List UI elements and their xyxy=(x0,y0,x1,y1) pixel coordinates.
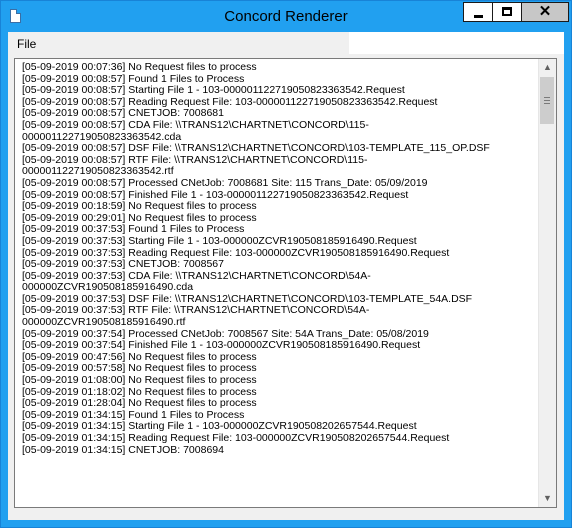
minimize-icon xyxy=(474,15,483,18)
log-line: [05-09-2019 01:34:15] Starting File 1 - … xyxy=(22,421,417,433)
log-lines: [05-09-2019 00:07:36] No Request files t… xyxy=(22,62,537,507)
thumb-grip-line xyxy=(544,100,550,101)
title-bar[interactable]: Concord Renderer ✕ xyxy=(1,1,571,32)
log-line: [05-09-2019 00:37:54] Processed CNetJob:… xyxy=(22,328,429,340)
log-line: [05-09-2019 00:08:57] Processed CNetJob:… xyxy=(22,177,428,189)
log-line: 000001122719050823363542.rtf xyxy=(22,166,174,178)
maximize-button[interactable] xyxy=(492,2,522,22)
log-line: 000000ZCVR190508185916490.cda xyxy=(22,282,194,294)
menu-file[interactable]: File xyxy=(17,37,36,51)
scroll-up-icon[interactable]: ▲ xyxy=(539,59,556,76)
log-line: [05-09-2019 01:08:00] No Request files t… xyxy=(22,375,257,387)
scroll-thumb[interactable] xyxy=(540,77,554,124)
log-line: [05-09-2019 00:37:54] Finished File 1 - … xyxy=(22,340,421,352)
app-window: Concord Renderer ✕ File [05-09-2019 00:0… xyxy=(0,0,572,528)
log-line: [05-09-2019 00:37:53] Reading Request Fi… xyxy=(22,247,450,259)
log-line: [05-09-2019 01:34:15] Reading Request Fi… xyxy=(22,433,450,444)
log-line: [05-09-2019 00:37:53] DSF File: \\TRANS1… xyxy=(22,293,473,305)
log-line: 000000ZCVR190508185916490.rtf xyxy=(22,317,186,329)
log-line: [05-09-2019 00:29:01] No Request files t… xyxy=(22,212,257,224)
close-icon: ✕ xyxy=(538,3,552,20)
log-line: [05-09-2019 01:34:15] CNETJOB: 7008694 xyxy=(22,444,224,456)
log-line: [05-09-2019 00:37:53] CDA File: \\TRANS1… xyxy=(22,270,371,282)
log-line: [05-09-2019 00:37:53] Found 1 Files to P… xyxy=(22,224,245,236)
client-area: File [05-09-2019 00:07:36] No Request fi… xyxy=(8,32,564,520)
vertical-scrollbar[interactable]: ▲ ▼ xyxy=(538,59,556,507)
log-line: [05-09-2019 00:37:53] RTF File: \\TRANS1… xyxy=(22,305,370,317)
log-line: 000001122719050823363542.cda xyxy=(22,131,182,143)
menu-bar: File xyxy=(8,32,564,54)
log-line: [05-09-2019 00:57:58] No Request files t… xyxy=(22,363,257,375)
log-line: [05-09-2019 00:18:59] No Request files t… xyxy=(22,201,257,213)
log-line: [05-09-2019 01:34:15] Found 1 Files to P… xyxy=(22,409,245,421)
log-line: [05-09-2019 00:08:57] CDA File: \\TRANS1… xyxy=(22,119,369,131)
log-line: [05-09-2019 01:18:02] No Request files t… xyxy=(22,386,257,398)
thumb-grip-line xyxy=(544,103,550,104)
log-line: [05-09-2019 00:47:56] No Request files t… xyxy=(22,351,257,363)
log-line: [05-09-2019 00:08:57] CNETJOB: 7008681 xyxy=(22,108,224,120)
log-line: [05-09-2019 00:07:36] No Request files t… xyxy=(22,62,257,73)
log-line: [05-09-2019 00:08:57] Starting File 1 - … xyxy=(22,85,405,97)
close-button[interactable]: ✕ xyxy=(521,2,569,22)
log-line: [05-09-2019 00:08:57] RTF File: \\TRANS1… xyxy=(22,154,368,166)
log-line: [05-09-2019 00:08:57] DSF File: \\TRANS1… xyxy=(22,143,490,155)
maximize-icon xyxy=(502,7,512,16)
log-line: [05-09-2019 00:37:53] Starting File 1 - … xyxy=(22,235,417,247)
thumb-grip-line xyxy=(544,97,550,98)
log-line: [05-09-2019 00:37:53] CNETJOB: 7008567 xyxy=(22,259,224,271)
minimize-button[interactable] xyxy=(463,2,493,22)
log-line: [05-09-2019 01:28:04] No Request files t… xyxy=(22,398,257,410)
log-line: [05-09-2019 00:08:57] Found 1 Files to P… xyxy=(22,73,245,85)
log-textbox[interactable]: [05-09-2019 00:07:36] No Request files t… xyxy=(14,58,557,508)
scroll-down-icon[interactable]: ▼ xyxy=(539,490,556,507)
log-line: [05-09-2019 00:08:57] Reading Request Fi… xyxy=(22,96,438,108)
log-line: [05-09-2019 00:08:57] Finished File 1 - … xyxy=(22,189,409,201)
menu-bar-filler xyxy=(349,32,564,54)
